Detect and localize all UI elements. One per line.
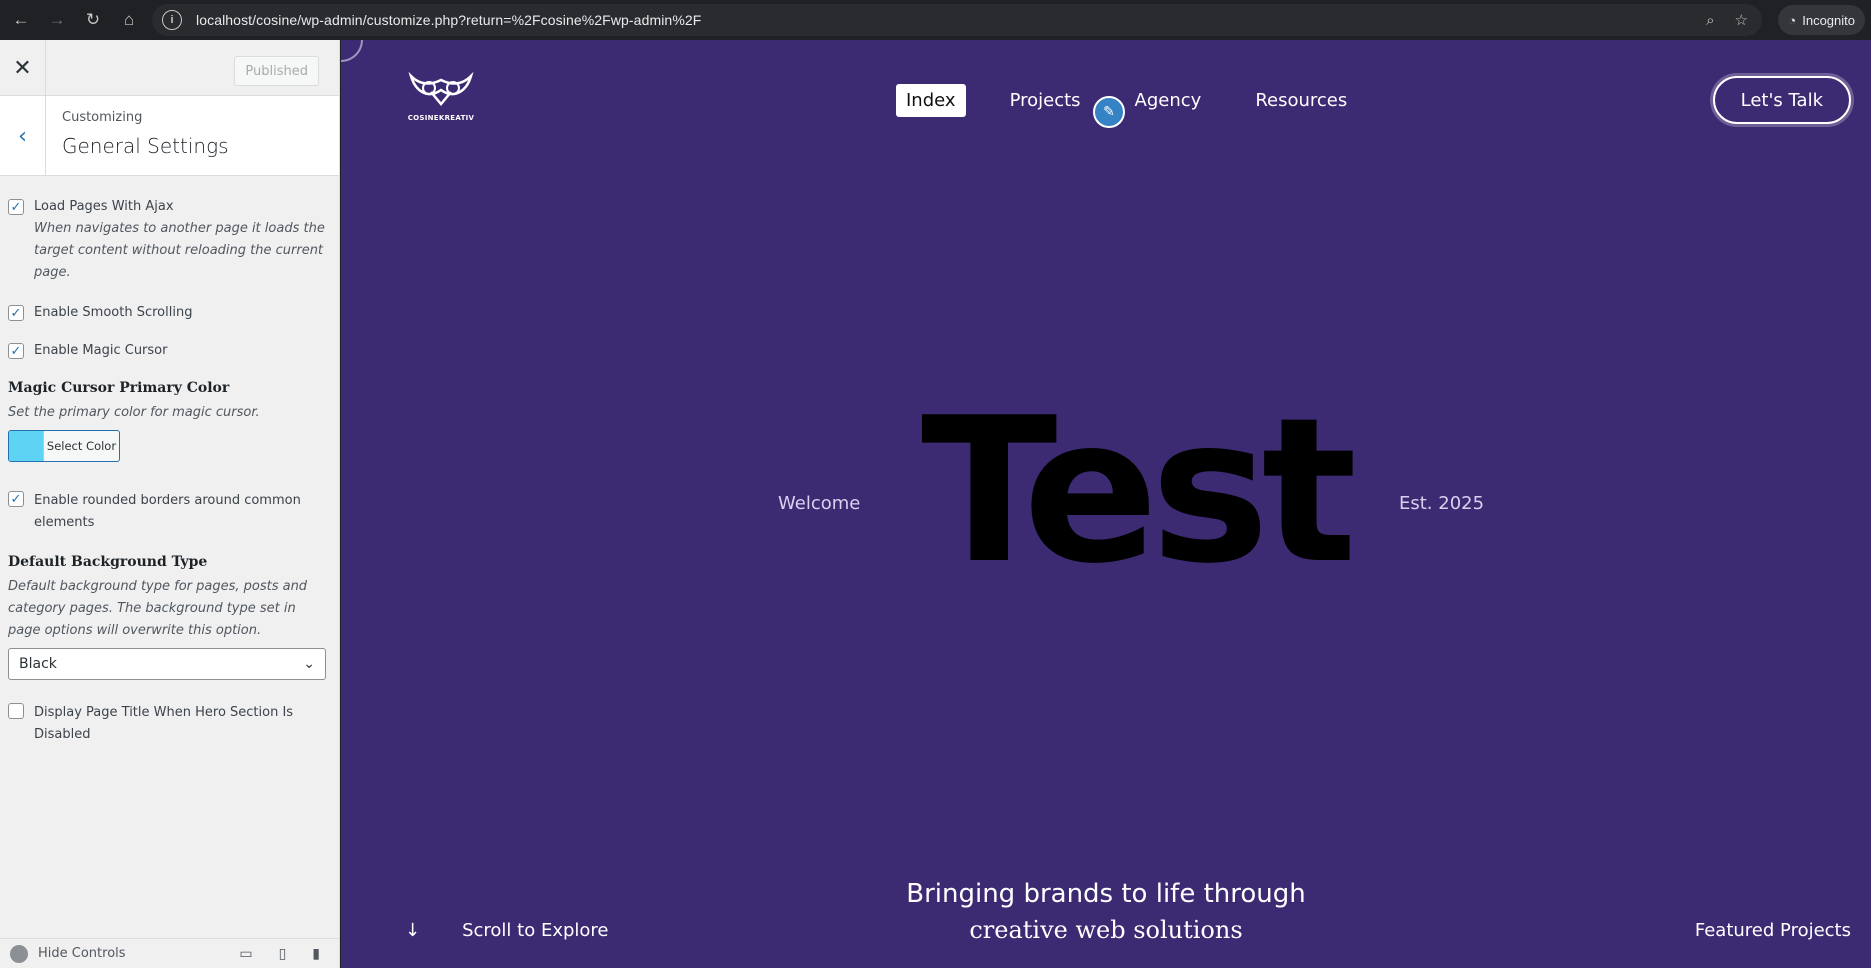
bg-type-select[interactable]: Black ⌄ bbox=[8, 648, 326, 680]
lets-talk-button[interactable]: Let's Talk bbox=[1712, 76, 1851, 124]
url-text[interactable]: localhost/cosine/wp-admin/customize.php?… bbox=[196, 12, 701, 28]
close-icon[interactable]: ✕ bbox=[0, 40, 46, 96]
nav-item-projects[interactable]: Projects bbox=[1000, 84, 1091, 117]
color-swatch[interactable] bbox=[9, 431, 43, 461]
incognito-label: Incognito bbox=[1802, 12, 1855, 28]
desktop-preview-icon[interactable]: ▭ bbox=[239, 946, 252, 962]
nav-item-index[interactable]: Index bbox=[896, 84, 966, 117]
site-info-icon[interactable]: i bbox=[162, 10, 182, 30]
select-color-label[interactable]: Select Color bbox=[43, 431, 119, 461]
bg-type-heading: Default Background Type bbox=[8, 554, 208, 570]
main-nav: Index Projects Agency Resources bbox=[896, 84, 1391, 117]
chevron-down-icon: ⌄ bbox=[303, 656, 315, 672]
page-title-label[interactable]: Display Page Title When Hero Section Is … bbox=[34, 702, 324, 746]
mobile-preview-icon[interactable]: ▮ bbox=[312, 946, 320, 962]
cursor-ring bbox=[341, 40, 363, 62]
browser-toolbar: ← → ↻ ⌂ i localhost/cosine/wp-admin/cust… bbox=[0, 0, 1871, 40]
hide-controls-icon[interactable] bbox=[10, 944, 28, 963]
controls-list: ✓ Load Pages With Ajax When navigates to… bbox=[0, 176, 339, 746]
scroll-explore[interactable]: ↓ Scroll to Explore bbox=[405, 920, 609, 941]
tablet-preview-icon[interactable]: ▯ bbox=[279, 946, 287, 962]
zoom-icon[interactable]: ⌕ bbox=[1706, 12, 1714, 29]
logo-text: COSINEKREATIV bbox=[407, 114, 475, 122]
home-icon[interactable]: ⌂ bbox=[114, 5, 144, 35]
customizing-label: Customizing bbox=[62, 110, 143, 125]
back-chevron-icon[interactable]: ‹ bbox=[0, 96, 46, 176]
edit-shortcut-pencil-icon[interactable]: ✎ bbox=[1093, 96, 1125, 128]
page-title-checkbox[interactable] bbox=[8, 703, 24, 719]
cursor-color-heading: Magic Cursor Primary Color bbox=[8, 380, 230, 396]
rounded-label[interactable]: Enable rounded borders around common ele… bbox=[34, 490, 324, 534]
hero-title: Test bbox=[921, 375, 1357, 608]
section-title-bar: ‹ Customizing General Settings bbox=[0, 96, 339, 176]
publish-button[interactable]: Published bbox=[234, 56, 319, 86]
cursor-label[interactable]: Enable Magic Cursor bbox=[34, 342, 167, 360]
bookmark-star-icon[interactable]: ☆ bbox=[1735, 11, 1748, 29]
address-bar[interactable]: i localhost/cosine/wp-admin/customize.ph… bbox=[152, 4, 1762, 36]
ajax-option: ✓ Load Pages With Ajax When navigates to… bbox=[8, 198, 331, 284]
hero-welcome: Welcome bbox=[778, 493, 861, 514]
customizer-footer: Hide Controls ▭ ▯ ▮ bbox=[0, 938, 339, 968]
section-title: General Settings bbox=[62, 134, 229, 158]
ajax-checkbox[interactable]: ✓ bbox=[8, 199, 24, 215]
site-preview: COSINEKREATIV Index Projects Agency Reso… bbox=[341, 40, 1871, 968]
smooth-checkbox[interactable]: ✓ bbox=[8, 305, 24, 321]
customizer-header: ✕ Published bbox=[0, 40, 339, 96]
customizer-panel: ✕ Published ‹ Customizing General Settin… bbox=[0, 40, 340, 968]
smooth-label[interactable]: Enable Smooth Scrolling bbox=[34, 304, 192, 322]
nav-item-agency[interactable]: Agency bbox=[1125, 84, 1212, 117]
owl-logo-icon bbox=[408, 71, 474, 106]
arrow-down-icon: ↓ bbox=[405, 920, 421, 941]
cursor-color-description: Set the primary color for magic cursor. bbox=[8, 405, 260, 420]
featured-projects-link[interactable]: Featured Projects bbox=[1695, 920, 1851, 941]
cursor-checkbox[interactable]: ✓ bbox=[8, 343, 24, 359]
select-color-button[interactable]: Select Color bbox=[8, 430, 120, 462]
forward-arrow-icon[interactable]: → bbox=[42, 5, 72, 35]
scroll-label: Scroll to Explore bbox=[462, 920, 609, 941]
back-arrow-icon[interactable]: ← bbox=[6, 5, 36, 35]
incognito-icon: ◔ bbox=[1788, 12, 1797, 28]
reload-icon[interactable]: ↻ bbox=[78, 5, 108, 35]
nav-item-resources[interactable]: Resources bbox=[1245, 84, 1357, 117]
hide-controls-label[interactable]: Hide Controls bbox=[38, 946, 126, 961]
ajax-description: When navigates to another page it loads … bbox=[34, 221, 325, 280]
tagline-line-1: Bringing brands to life through bbox=[906, 879, 1306, 909]
site-logo[interactable]: COSINEKREATIV bbox=[405, 70, 477, 122]
rounded-option: ✓ Enable rounded borders around common e… bbox=[8, 490, 331, 534]
bg-type-value: Black bbox=[19, 656, 57, 672]
bg-type-description: Default background type for pages, posts… bbox=[8, 579, 308, 638]
incognito-indicator[interactable]: ◔ Incognito bbox=[1778, 5, 1865, 35]
rounded-checkbox[interactable]: ✓ bbox=[8, 491, 24, 507]
hero-established: Est. 2025 bbox=[1399, 493, 1485, 514]
smooth-option: ✓ Enable Smooth Scrolling bbox=[8, 304, 331, 322]
ajax-label[interactable]: Load Pages With Ajax bbox=[34, 198, 330, 216]
page-title-option: Display Page Title When Hero Section Is … bbox=[8, 702, 331, 746]
cursor-option: ✓ Enable Magic Cursor bbox=[8, 342, 331, 360]
